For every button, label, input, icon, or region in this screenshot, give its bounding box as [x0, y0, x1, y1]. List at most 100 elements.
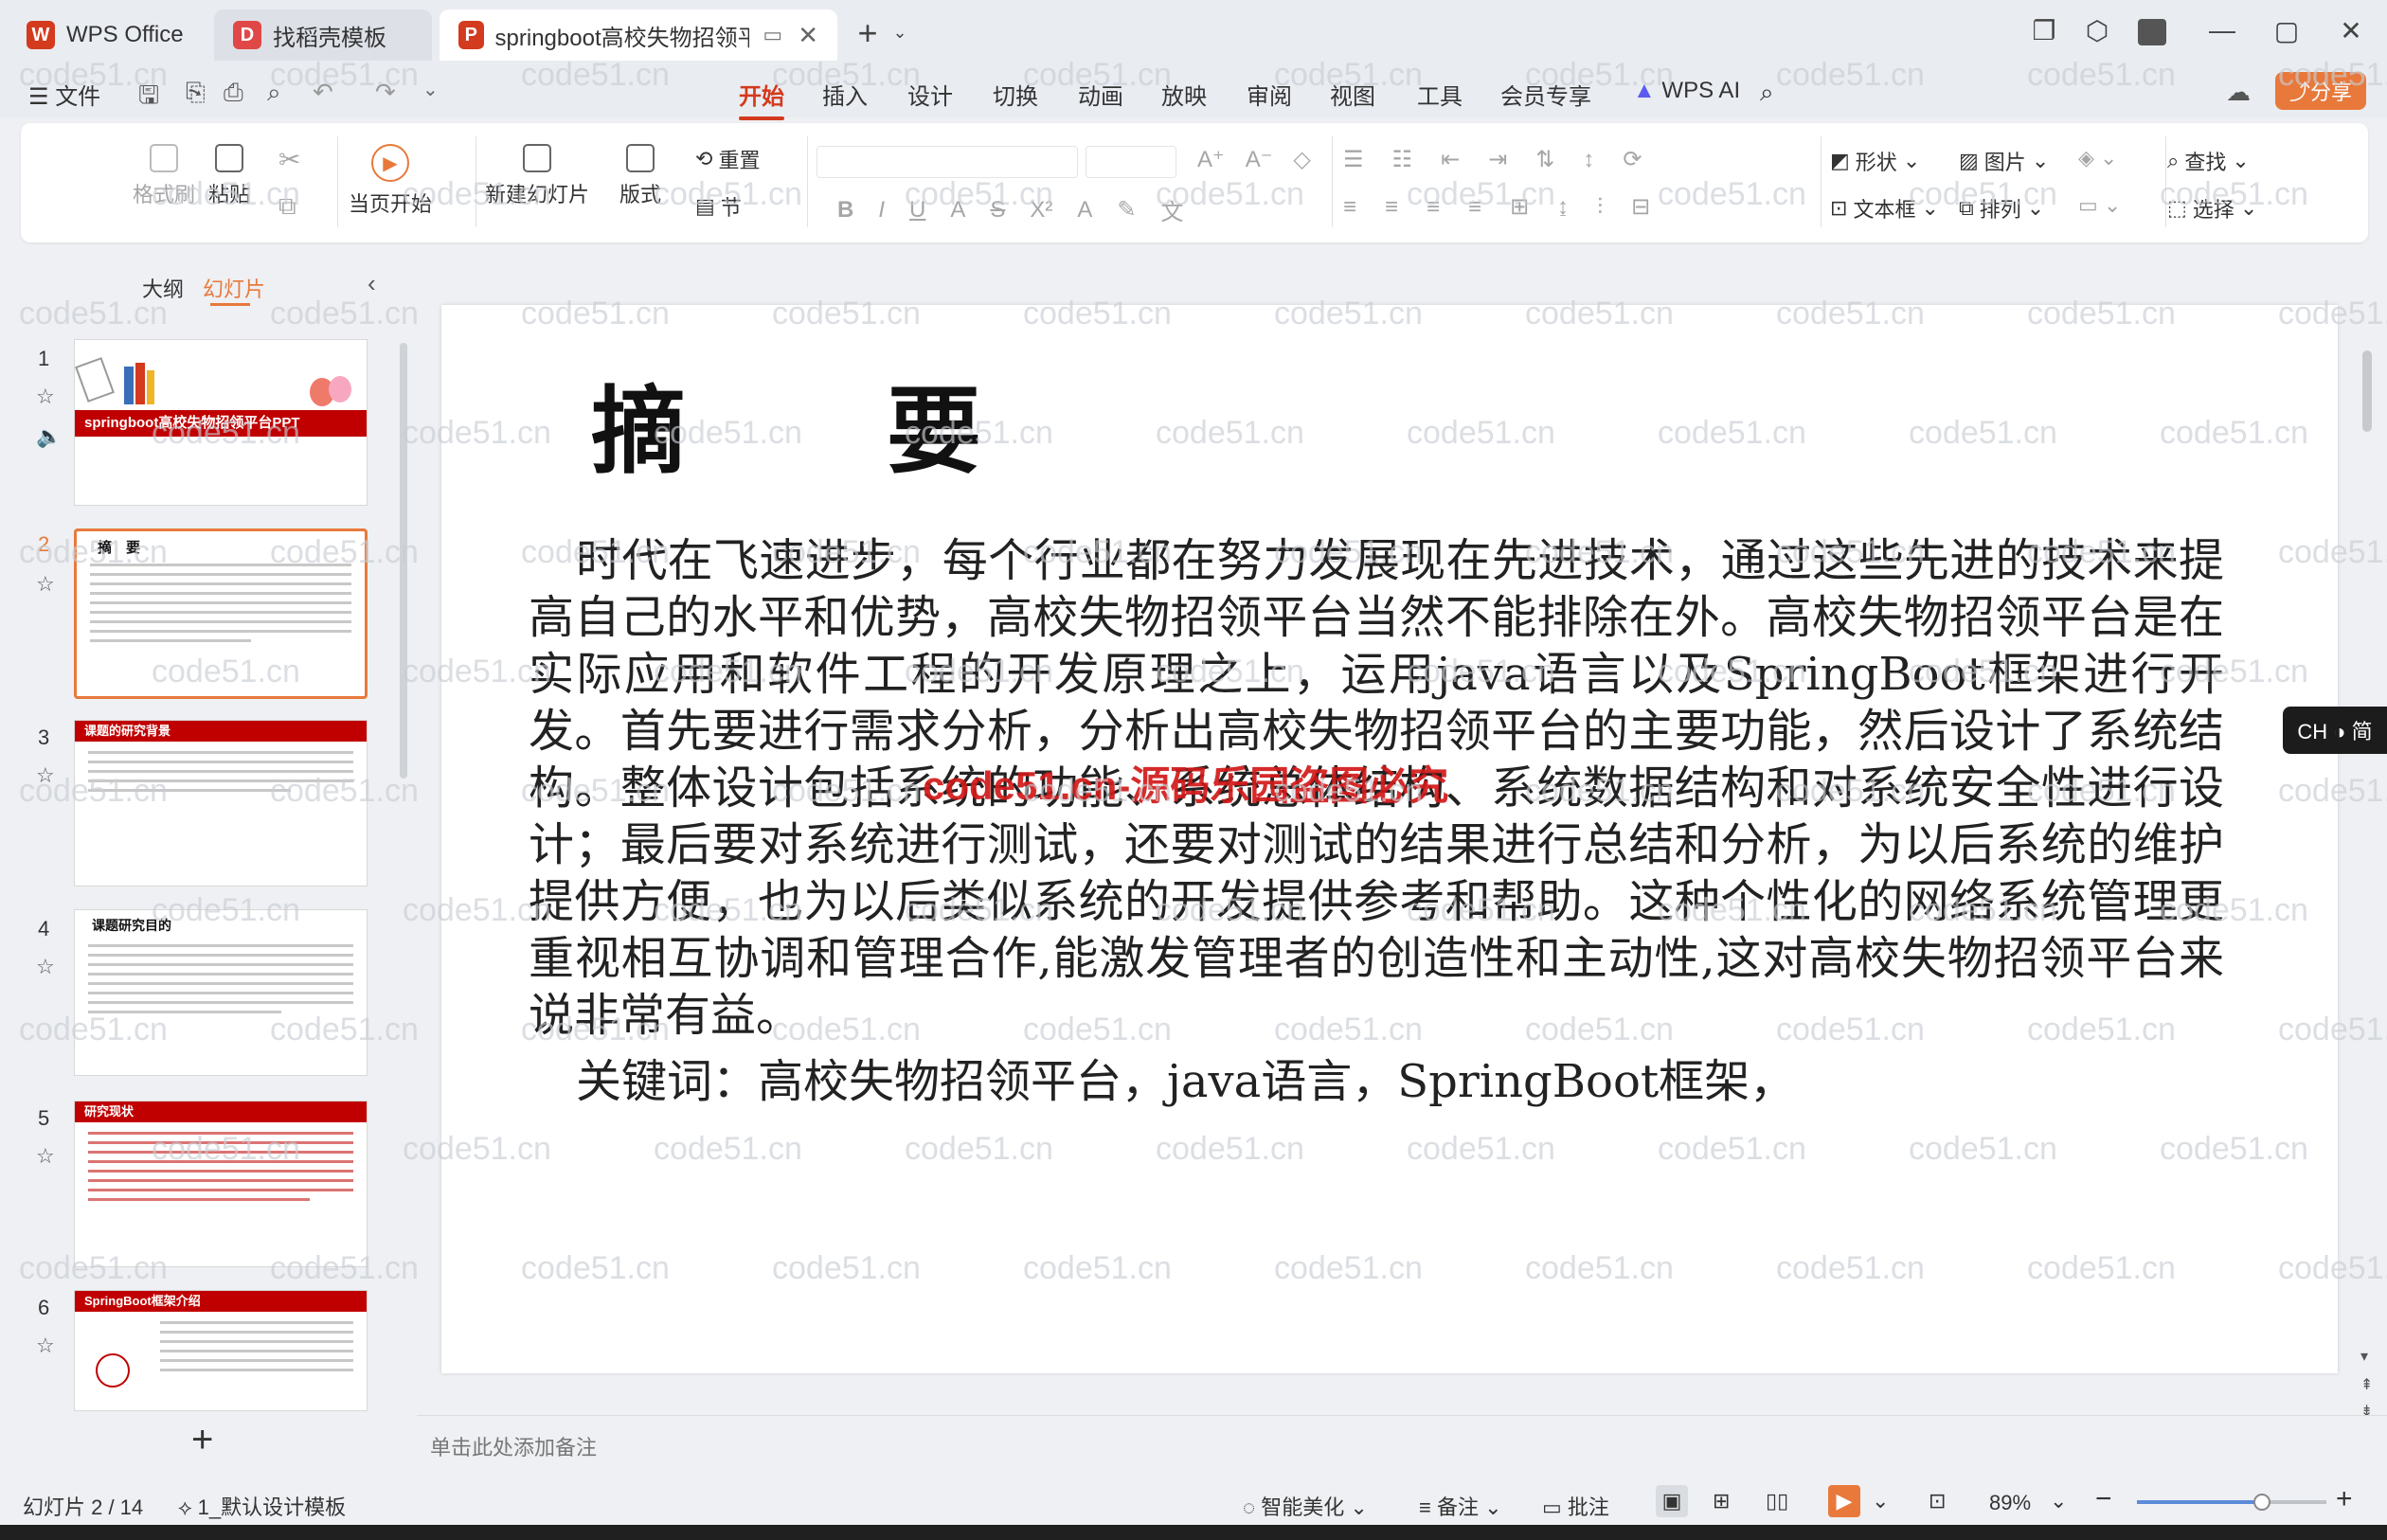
- font-family-select[interactable]: [817, 146, 1078, 178]
- strikethrough-icon[interactable]: S: [990, 197, 1005, 224]
- slide-scrollbar[interactable]: [2362, 350, 2372, 432]
- reset-button[interactable]: ⟲ 重置: [695, 144, 760, 174]
- undo-icon[interactable]: ↶: [313, 78, 333, 107]
- convert-icon[interactable]: ⟳: [1623, 146, 1642, 173]
- line-spacing-icon[interactable]: ↨: [1557, 194, 1569, 221]
- menu-transitions[interactable]: 切换: [993, 78, 1038, 111]
- paste-button[interactable]: 粘贴: [208, 144, 250, 208]
- redo-icon[interactable]: ↷: [375, 78, 396, 107]
- text-direction-icon[interactable]: ⇅: [1535, 146, 1554, 173]
- menu-review[interactable]: 审阅: [1247, 78, 1292, 111]
- zoom-slider-handle[interactable]: [2252, 1494, 2270, 1511]
- slideshow-chevron-icon[interactable]: ⌄: [1872, 1489, 1889, 1513]
- outline-color-icon[interactable]: ▭ ⌄: [2078, 193, 2121, 218]
- increase-indent-icon[interactable]: ⇥: [1488, 146, 1507, 173]
- slide-thumbnail-5[interactable]: 研究现状: [74, 1101, 368, 1267]
- superscript-icon[interactable]: X²: [1030, 197, 1052, 224]
- quick-share-icon[interactable]: ⎘: [186, 78, 206, 108]
- menu-animations[interactable]: 动画: [1078, 78, 1123, 111]
- share-button[interactable]: ⤴ 分享: [2275, 72, 2366, 110]
- slide-canvas[interactable]: 摘 要 时代在飞速进步，每个行业都在努力发展现在先进技术，通过这些先进的技术来提…: [441, 305, 2338, 1373]
- zoom-in-icon[interactable]: +: [2336, 1483, 2353, 1515]
- play-from-current-button[interactable]: ▶ 当页开始: [349, 144, 432, 218]
- beautify-button[interactable]: ◌ 智能美化 ⌄: [1243, 1491, 1368, 1521]
- cloud-upload-icon[interactable]: ☁: [2226, 78, 2251, 107]
- slideshow-play-icon[interactable]: ▶: [1828, 1485, 1860, 1517]
- template-button[interactable]: ⟡ 1_默认设计模板: [178, 1491, 346, 1521]
- star-icon[interactable]: ☆: [36, 385, 55, 409]
- collapse-panel-icon[interactable]: ‹: [368, 269, 376, 298]
- minimize-icon[interactable]: —: [2203, 15, 2241, 45]
- normal-view-icon[interactable]: ▣: [1656, 1485, 1688, 1517]
- scroll-down-icon[interactable]: ▾: [2360, 1347, 2368, 1366]
- select-button[interactable]: ⬚ 选择 ⌄: [2167, 193, 2257, 224]
- prev-slide-icon[interactable]: ⇞: [2360, 1375, 2373, 1394]
- align-text-icon[interactable]: ⊟: [1631, 193, 1650, 221]
- shrink-font-icon[interactable]: A⁻: [1246, 146, 1273, 173]
- ime-indicator[interactable]: CH ◑ 简: [2283, 707, 2387, 754]
- slides-tab[interactable]: 幻灯片: [203, 273, 265, 303]
- align-right-icon[interactable]: ≡: [1427, 194, 1440, 221]
- decrease-indent-icon[interactable]: ⇤: [1441, 146, 1460, 173]
- bullet-list-icon[interactable]: ☰: [1343, 146, 1364, 173]
- underline-icon[interactable]: U: [909, 197, 925, 224]
- menu-tools[interactable]: 工具: [1417, 78, 1463, 111]
- align-center-icon[interactable]: ≡: [1385, 194, 1398, 221]
- grow-font-icon[interactable]: A⁺: [1197, 146, 1225, 173]
- menu-home[interactable]: 开始: [739, 78, 784, 120]
- tab-list-chevron-icon[interactable]: ⌄: [881, 23, 919, 43]
- format-painter-button[interactable]: 格式刷: [133, 144, 195, 208]
- zoom-slider[interactable]: [2137, 1494, 2326, 1511]
- slide-thumbnail-2[interactable]: 摘 要: [74, 528, 368, 699]
- slide-thumbnail-4[interactable]: 课题研究目的: [74, 909, 368, 1076]
- new-slide-button[interactable]: 新建幻灯片: [485, 144, 589, 208]
- notes-pane[interactable]: 单击此处添加备注: [417, 1415, 2387, 1479]
- star-icon[interactable]: ☆: [36, 763, 55, 788]
- slide-keywords[interactable]: 关键词：高校失物招领平台，java语言，SpringBoot框架，: [576, 1044, 1795, 1110]
- textbox-button[interactable]: ⊡ 文本框 ⌄: [1830, 193, 1939, 224]
- menu-member[interactable]: 会员专享: [1500, 78, 1591, 111]
- menu-view[interactable]: 视图: [1330, 78, 1375, 111]
- slide-thumbnail-6[interactable]: SpringBoot框架介绍: [74, 1290, 368, 1411]
- clear-format-icon[interactable]: ◇: [1293, 146, 1310, 173]
- add-slide-button[interactable]: +: [191, 1419, 213, 1461]
- reading-view-icon[interactable]: ▯▯: [1766, 1489, 1788, 1513]
- comment-button[interactable]: ▭ 批注: [1542, 1491, 1609, 1521]
- panel-scrollbar[interactable]: [400, 343, 407, 779]
- sort-icon[interactable]: ↕: [1583, 147, 1594, 173]
- font-size-select[interactable]: [1086, 146, 1176, 178]
- justify-icon[interactable]: ≡: [1468, 194, 1481, 221]
- menu-slideshow[interactable]: 放映: [1161, 78, 1207, 111]
- maximize-icon[interactable]: ▢: [2268, 15, 2306, 46]
- copy-icon[interactable]: ⧉: [278, 191, 296, 222]
- picture-button[interactable]: ▨ 图片 ⌄: [1959, 146, 2049, 176]
- highlight-icon[interactable]: ✎: [1117, 196, 1136, 224]
- fill-color-icon[interactable]: ◈ ⌄: [2078, 146, 2117, 170]
- wps-ai-button[interactable]: ▲ WPS AI: [1633, 78, 1740, 104]
- window-layout-icon[interactable]: ❐: [2025, 15, 2063, 46]
- shape-button[interactable]: ◩ 形状 ⌄: [1830, 146, 1920, 176]
- star-icon[interactable]: ☆: [36, 1144, 55, 1169]
- zoom-level[interactable]: 89%: [1989, 1491, 2031, 1515]
- cube-icon[interactable]: ⬡: [2078, 15, 2116, 46]
- tab-current-presentation[interactable]: P springboot高校失物招领平台 ▭ ✕: [440, 9, 837, 61]
- close-tab-icon[interactable]: ✕: [798, 21, 818, 50]
- section-button[interactable]: ▤ 节: [695, 191, 742, 222]
- fit-window-icon[interactable]: ⊡: [1929, 1489, 1946, 1513]
- align-left-icon[interactable]: ≡: [1343, 194, 1356, 221]
- text-color-icon[interactable]: A: [1077, 197, 1092, 224]
- close-window-icon[interactable]: ✕: [2332, 15, 2370, 46]
- distribute-icon[interactable]: ⊞: [1510, 193, 1529, 221]
- slide-sorter-icon[interactable]: ⊞: [1713, 1489, 1730, 1513]
- find-button[interactable]: ⌕ 查找 ⌄: [2167, 146, 2250, 176]
- customize-chevron-icon[interactable]: ⌄: [422, 78, 439, 101]
- italic-icon[interactable]: I: [878, 197, 885, 224]
- tab-docer-templates[interactable]: D 找稻壳模板: [214, 9, 432, 61]
- file-menu[interactable]: ☰ 文件: [28, 78, 100, 111]
- layout-button[interactable]: 版式: [619, 144, 661, 208]
- menu-insert[interactable]: 插入: [822, 78, 868, 111]
- bold-icon[interactable]: B: [837, 197, 853, 224]
- slide-title[interactable]: 摘 要: [591, 354, 1034, 492]
- star-icon[interactable]: ☆: [36, 955, 55, 979]
- cut-icon[interactable]: ✂: [278, 144, 300, 175]
